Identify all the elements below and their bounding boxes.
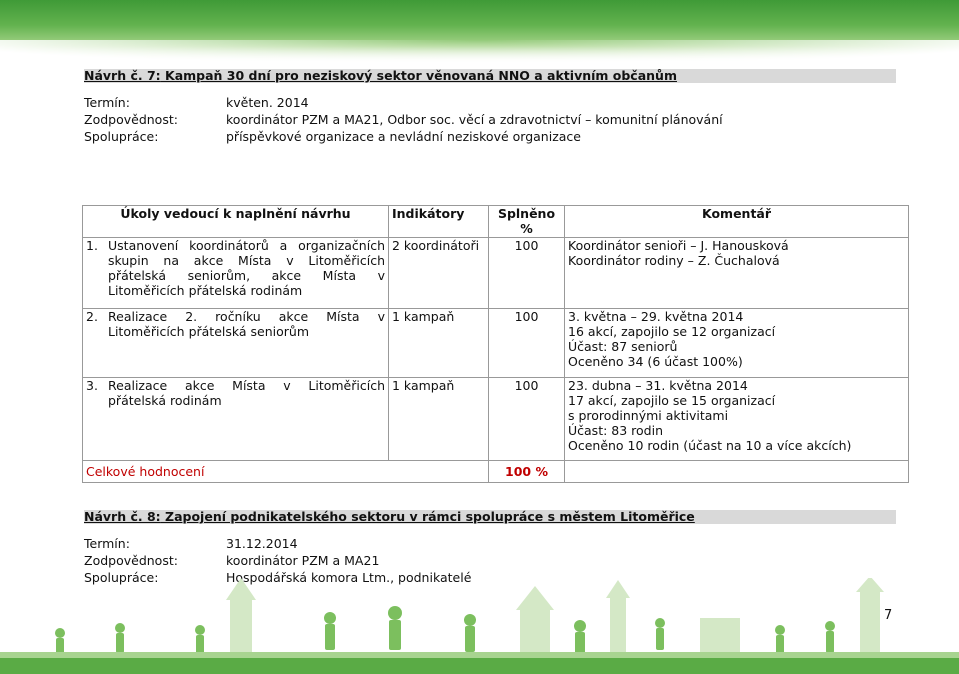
footer-town-illustration <box>0 578 959 674</box>
meta-key: Zodpovědnost: <box>84 553 178 568</box>
table-row: 1. Ustanovení koordinátorů a organizačníc… <box>82 237 909 309</box>
comment-line: Účast: 83 rodin <box>568 423 664 438</box>
total-comment-cell <box>564 460 909 483</box>
comment-line: Koordinátor rodiny – Z. Čuchalová <box>568 253 780 268</box>
meta-key: Termín: <box>84 536 130 551</box>
meta-key: Spolupráce: <box>84 129 159 144</box>
task-text: Ustanovení koordinátorů a organizačních … <box>108 238 385 298</box>
header-green-band <box>0 0 959 62</box>
task-text: Realizace akce Místa v Litoměřicích přát… <box>108 378 385 408</box>
proposal-7-prefix: Návrh č. 7: <box>84 68 161 83</box>
comment-line: 16 akcí, zapojilo se 12 organizací <box>568 324 776 339</box>
comment-cell: Koordinátor senioři – J. Hanousková Koor… <box>564 237 909 309</box>
total-value: 100 % <box>488 460 565 483</box>
task-cell: 1. Ustanovení koordinátorů a organizačníc… <box>82 237 389 309</box>
header-tasks: Úkoly vedoucí k naplnění návrhu <box>82 205 389 238</box>
meta-value: koordinátor PZM a MA21 <box>226 553 380 568</box>
done-cell: 100 <box>488 237 565 309</box>
comment-line: Oceněno 34 (6 účast 100%) <box>568 354 743 369</box>
total-row: Celkové hodnocení 100 % <box>82 460 909 483</box>
indicator-cell: 2 koordinátoři <box>388 237 489 309</box>
page-number: 7 <box>884 608 893 623</box>
table-row: 2. Realizace 2. ročníku akce Místa v Lito… <box>82 308 909 378</box>
indicator-cell: 1 kampaň <box>388 377 489 461</box>
comment-line: 23. dubna – 31. května 2014 <box>568 378 748 393</box>
comment-line: Oceněno 10 rodin (účast na 10 a více akc… <box>568 438 852 453</box>
task-number: 1. <box>86 238 98 253</box>
task-number: 3. <box>86 378 98 393</box>
meta-value: koordinátor PZM a MA21, Odbor soc. věcí … <box>226 112 723 127</box>
meta-value: květen. 2014 <box>226 95 309 110</box>
header-comment: Komentář <box>564 205 909 238</box>
done-cell: 100 <box>488 377 565 461</box>
task-cell: 3. Realizace akce Místa v Litoměřicích př… <box>82 377 389 461</box>
table-header-row: Úkoly vedoucí k naplnění návrhu Indikáto… <box>82 205 909 238</box>
proposal-8-heading: Návrh č. 8: Zapojení podnikatelského sek… <box>84 510 896 524</box>
comment-line: 17 akcí, zapojilo se 15 organizací <box>568 393 776 408</box>
proposal-8-title: Zapojení podnikatelského sektoru v rámci… <box>160 509 695 524</box>
task-cell: 2. Realizace 2. ročníku akce Místa v Lito… <box>82 308 389 378</box>
comment-line: 3. května – 29. května 2014 <box>568 309 744 324</box>
task-text: Realizace 2. ročníku akce Místa v Litomě… <box>108 309 385 339</box>
proposal-7-title: Kampaň 30 dní pro neziskový sektor věnov… <box>160 68 677 83</box>
comment-cell: 23. dubna – 31. května 2014 17 akcí, zap… <box>564 377 909 461</box>
meta-key: Zodpovědnost: <box>84 112 178 127</box>
comment-line: Koordinátor senioři – J. Hanousková <box>568 238 789 253</box>
total-label: Celkové hodnocení <box>82 460 489 483</box>
indicator-cell: 1 kampaň <box>388 308 489 378</box>
header-indicators: Indikátory <box>388 205 489 238</box>
meta-value: 31.12.2014 <box>226 536 298 551</box>
task-number: 2. <box>86 309 98 324</box>
proposal-8-prefix: Návrh č. 8: <box>84 509 161 524</box>
meta-value: příspěvkové organizace a nevládní nezisk… <box>226 129 581 144</box>
proposal-7-heading: Návrh č. 7: Kampaň 30 dní pro neziskový … <box>84 69 896 83</box>
done-cell: 100 <box>488 308 565 378</box>
table-row: 3. Realizace akce Místa v Litoměřicích př… <box>82 377 909 461</box>
comment-line: Účast: 87 seniorů <box>568 339 678 354</box>
tasks-table: Úkoly vedoucí k naplnění návrhu Indikáto… <box>82 205 909 483</box>
comment-line: s prorodinnými aktivitami <box>568 408 729 423</box>
comment-cell: 3. května – 29. května 2014 16 akcí, zap… <box>564 308 909 378</box>
header-done: Splněno % <box>488 205 565 238</box>
meta-key: Termín: <box>84 95 130 110</box>
